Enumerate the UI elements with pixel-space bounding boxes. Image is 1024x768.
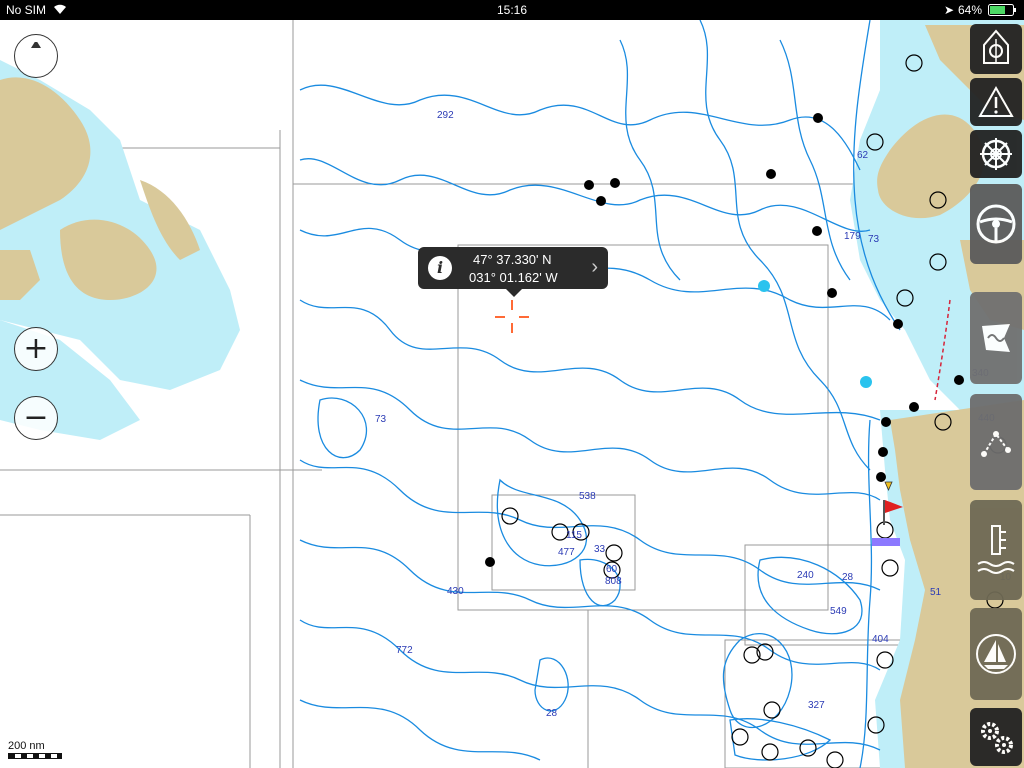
warning-button[interactable]	[970, 78, 1022, 126]
depth-label: 808	[605, 576, 622, 587]
depth-label: 179	[844, 231, 861, 242]
helm-button[interactable]	[970, 130, 1022, 178]
status-bar: No SIM 15:16 ➤ 64%	[0, 0, 1024, 20]
depth-label: 538	[579, 491, 596, 502]
depth-label: 73	[868, 234, 880, 245]
minus-icon: −	[23, 400, 49, 435]
route-icon	[981, 431, 1011, 457]
depth-label: 62	[857, 150, 869, 161]
depth-label: 549	[830, 606, 847, 617]
boat-button[interactable]	[970, 24, 1022, 74]
latitude-label: 47° 37.330' N	[473, 252, 552, 267]
boat-icon	[983, 29, 1009, 64]
depth-label: 327	[808, 700, 825, 711]
depth-label: 73	[375, 414, 387, 425]
cyan-marks[interactable]	[758, 280, 872, 388]
wind-icon	[982, 324, 1010, 352]
depth-label: 115	[566, 530, 582, 541]
depth-label: 404	[872, 634, 889, 645]
depth-label: 28	[546, 708, 558, 719]
depth-label: 33	[594, 544, 606, 555]
chart-canvas[interactable]: 292 62 179 73 73 538 115 477 33 60 808 4…	[0, 20, 1024, 768]
plus-icon: +	[23, 331, 49, 366]
settings-button[interactable]	[970, 708, 1022, 766]
zoom-out-button[interactable]: −	[14, 396, 58, 440]
sailboat-button[interactable]	[970, 608, 1022, 700]
scale-ruler	[8, 753, 62, 759]
info-icon[interactable]: i	[428, 256, 452, 280]
carrier-label: No SIM	[6, 3, 47, 17]
land-west	[0, 60, 240, 440]
wifi-icon	[52, 2, 68, 18]
chevron-right-icon[interactable]: ›	[591, 256, 598, 279]
depth-label: 60	[606, 564, 618, 575]
settings-icon	[981, 722, 1013, 754]
sailboat-icon	[976, 634, 1016, 674]
scale-bar: 200 nm	[8, 740, 62, 759]
battery-icon	[988, 4, 1018, 19]
battery-label: 64%	[958, 3, 983, 17]
crosshair-icon	[495, 300, 529, 333]
route-button[interactable]	[970, 394, 1022, 490]
scale-label: 200 nm	[8, 740, 45, 752]
depth-label: 240	[797, 570, 814, 581]
warning-icon	[978, 85, 1014, 117]
steering-button[interactable]	[970, 184, 1022, 264]
nautical-chart[interactable]: 292 62 179 73 73 538 115 477 33 60 808 4…	[0, 20, 1024, 768]
depth-label: 430	[447, 586, 464, 597]
compass-button[interactable]	[14, 34, 58, 78]
depth-label: 292	[437, 110, 454, 121]
longitude-label: 031° 01.162' W	[469, 270, 558, 285]
wind-button[interactable]	[970, 292, 1022, 384]
helm-icon	[980, 138, 1012, 170]
depth-label: 477	[558, 547, 575, 558]
depth-contours	[299, 20, 891, 761]
position-popup[interactable]: i 47° 37.330' N 031° 01.162' W ›	[418, 247, 608, 297]
depth-label: 51	[930, 587, 942, 598]
depth-label: 772	[396, 645, 413, 656]
zoom-in-button[interactable]: +	[14, 327, 58, 371]
tide-icon	[977, 525, 1015, 574]
depth-label: 28	[842, 572, 854, 583]
steering-wheel-icon	[976, 204, 1016, 244]
compass-icon	[31, 42, 41, 48]
location-arrow-icon: ➤	[944, 3, 955, 17]
tide-button[interactable]	[970, 500, 1022, 600]
time-label: 15:16	[497, 3, 528, 17]
